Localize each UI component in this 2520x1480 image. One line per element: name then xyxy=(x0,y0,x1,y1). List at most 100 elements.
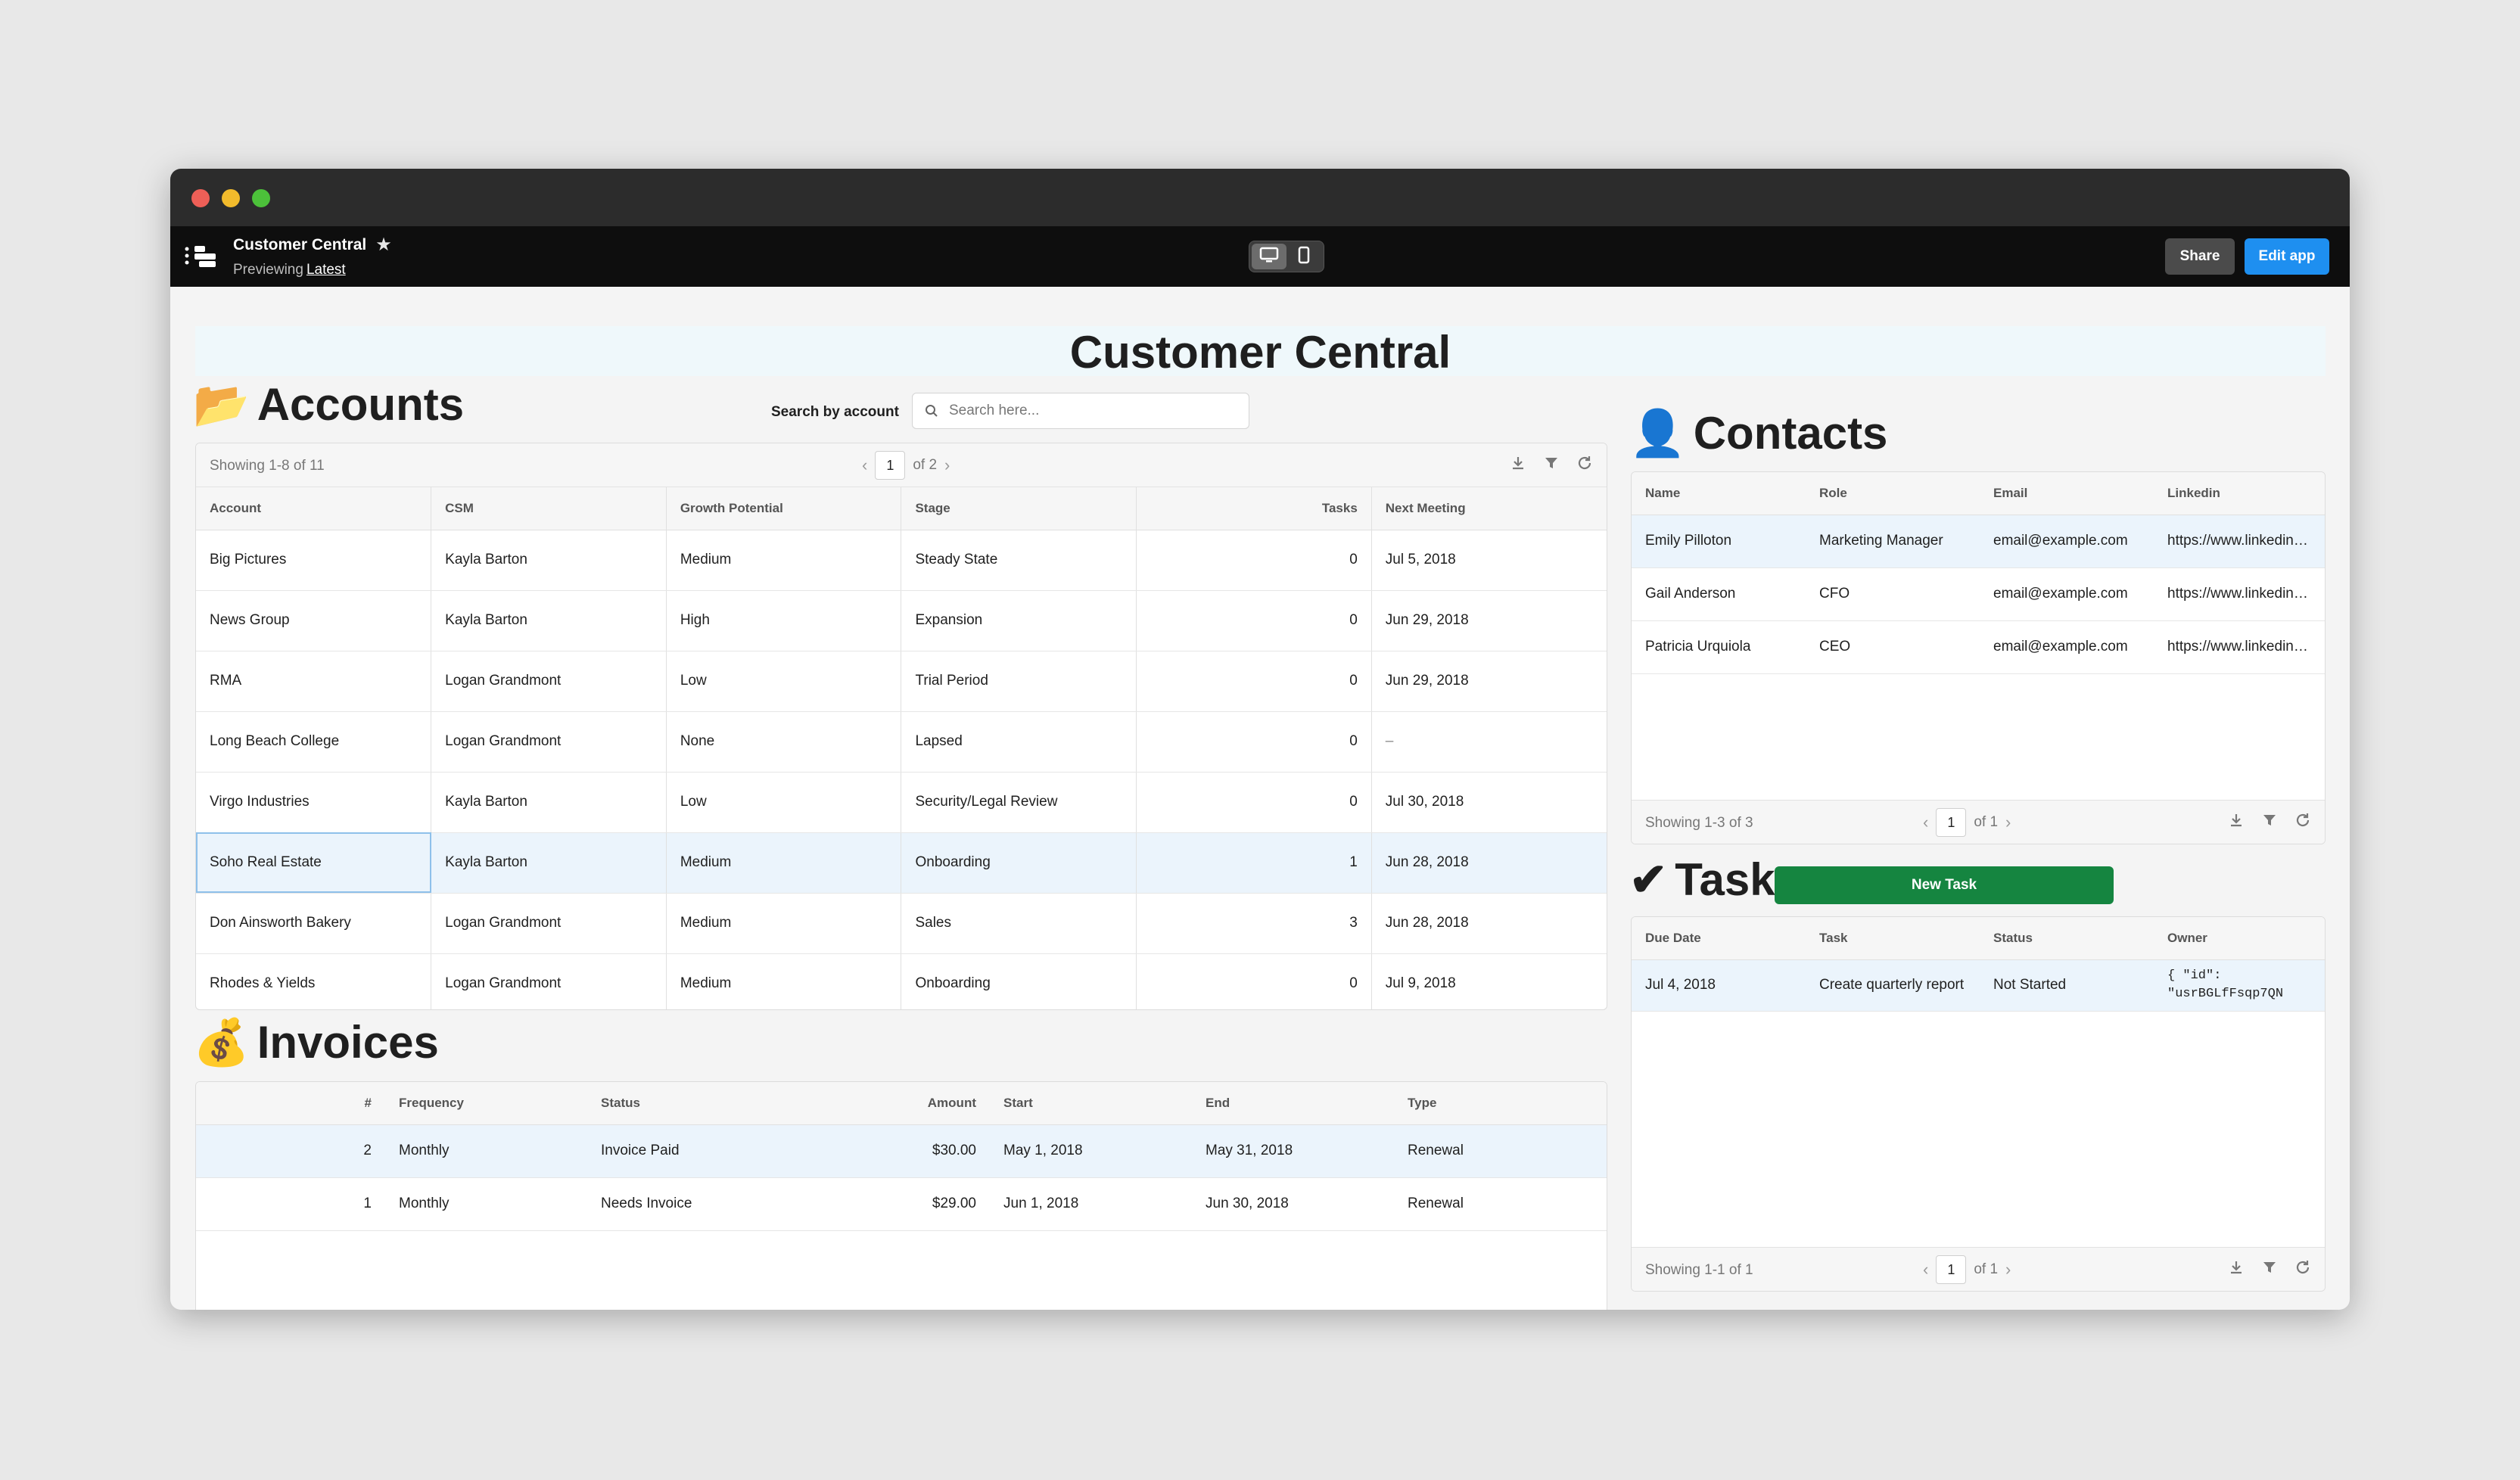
table-row[interactable]: Patricia Urquiola CEO email@example.com … xyxy=(1632,620,2325,674)
stage-cell[interactable]: Onboarding xyxy=(901,953,1137,1009)
csm-cell[interactable]: Kayla Barton xyxy=(431,530,667,591)
growth-cell[interactable]: Low xyxy=(666,651,902,712)
next-meeting-cell[interactable]: Jun 28, 2018 xyxy=(1371,893,1607,954)
start-cell[interactable]: May 1, 2018 xyxy=(990,1124,1192,1178)
tasks-cell[interactable]: 1 xyxy=(1136,832,1372,894)
contact-linkedin-cell[interactable]: https://www.linkedin.com/ xyxy=(2154,567,2325,621)
stage-cell[interactable]: Trial Period xyxy=(901,651,1137,712)
filter-icon[interactable] xyxy=(1543,455,1560,476)
contact-name-cell[interactable]: Gail Anderson xyxy=(1632,567,1806,621)
account-search-field[interactable] xyxy=(912,393,1249,429)
csm-cell[interactable]: Kayla Barton xyxy=(431,772,667,833)
csm-cell[interactable]: Kayla Barton xyxy=(431,832,667,894)
table-row[interactable]: Don Ainsworth Bakery Logan Grandmont Med… xyxy=(196,893,1607,954)
contact-role-cell[interactable]: Marketing Manager xyxy=(1806,515,1980,568)
growth-cell[interactable]: Medium xyxy=(666,893,902,954)
download-icon[interactable] xyxy=(1510,455,1526,476)
column-header-linkedin[interactable]: Linkedin xyxy=(2154,472,2325,515)
contact-email-cell[interactable]: email@example.com xyxy=(1980,515,2154,568)
share-button[interactable]: Share xyxy=(2165,238,2235,275)
download-icon[interactable] xyxy=(2228,1259,2245,1280)
table-row-selected[interactable]: Jul 4, 2018 Create quarterly report Not … xyxy=(1632,959,2325,1012)
column-header-start[interactable]: Start xyxy=(990,1082,1192,1125)
table-row[interactable]: RMA Logan Grandmont Low Trial Period 0 J… xyxy=(196,651,1607,712)
csm-cell[interactable]: Logan Grandmont xyxy=(431,893,667,954)
contact-name-cell[interactable]: Patricia Urquiola xyxy=(1632,620,1806,674)
edit-app-button[interactable]: Edit app xyxy=(2245,238,2329,275)
column-header-growth-potential[interactable]: Growth Potential xyxy=(666,487,902,530)
frequency-cell[interactable]: Monthly xyxy=(385,1124,587,1178)
contact-role-cell[interactable]: CFO xyxy=(1806,567,1980,621)
desktop-view-button[interactable] xyxy=(1252,244,1286,269)
star-icon[interactable]: ★ xyxy=(375,234,392,256)
accounts-page-input[interactable]: 1 xyxy=(875,451,906,480)
column-header-number[interactable]: # xyxy=(196,1082,385,1125)
chevron-left-icon[interactable]: ‹ xyxy=(862,456,867,475)
column-header-email[interactable]: Email xyxy=(1980,472,2154,515)
column-header-status[interactable]: Status xyxy=(587,1082,789,1125)
growth-cell[interactable]: None xyxy=(666,711,902,773)
stage-cell[interactable]: Steady State xyxy=(901,530,1137,591)
account-cell[interactable]: Virgo Industries xyxy=(196,772,432,833)
column-header-stage[interactable]: Stage xyxy=(901,487,1137,530)
csm-cell[interactable]: Kayla Barton xyxy=(431,590,667,651)
next-meeting-cell[interactable]: Jul 5, 2018 xyxy=(1371,530,1607,591)
column-header-end[interactable]: End xyxy=(1192,1082,1394,1125)
type-cell[interactable]: Renewal xyxy=(1394,1124,1607,1178)
column-header-type[interactable]: Type xyxy=(1394,1082,1607,1125)
table-row-selected[interactable]: 2 Monthly Invoice Paid $30.00 May 1, 201… xyxy=(196,1124,1607,1178)
chevron-right-icon[interactable]: › xyxy=(944,456,950,475)
growth-cell[interactable]: Low xyxy=(666,772,902,833)
tasks-cell[interactable]: 0 xyxy=(1136,953,1372,1009)
table-row[interactable]: Virgo Industries Kayla Barton Low Securi… xyxy=(196,772,1607,833)
csm-cell[interactable]: Logan Grandmont xyxy=(431,651,667,712)
csm-cell[interactable]: Logan Grandmont xyxy=(431,953,667,1009)
contact-role-cell[interactable]: CEO xyxy=(1806,620,1980,674)
status-cell[interactable]: Needs Invoice xyxy=(587,1177,789,1231)
status-cell[interactable]: Invoice Paid xyxy=(587,1124,789,1178)
table-row-selected[interactable]: Emily Pilloton Marketing Manager email@e… xyxy=(1632,515,2325,568)
stage-cell[interactable]: Onboarding xyxy=(901,832,1137,894)
tasks-page-input[interactable]: 1 xyxy=(1936,1255,1967,1284)
task-name-cell[interactable]: Create quarterly report xyxy=(1806,959,1980,1012)
next-meeting-cell[interactable]: Jun 28, 2018 xyxy=(1371,832,1607,894)
table-row[interactable]: 1 Monthly Needs Invoice $29.00 Jun 1, 20… xyxy=(196,1177,1607,1231)
column-header-account[interactable]: Account xyxy=(196,487,432,530)
tasks-cell[interactable]: 0 xyxy=(1136,651,1372,712)
task-due-cell[interactable]: Jul 4, 2018 xyxy=(1632,959,1806,1012)
column-header-role[interactable]: Role xyxy=(1806,472,1980,515)
account-cell[interactable]: Big Pictures xyxy=(196,530,432,591)
table-row[interactable]: Big Pictures Kayla Barton Medium Steady … xyxy=(196,530,1607,591)
account-cell[interactable]: Rhodes & Yields xyxy=(196,953,432,1009)
amount-cell[interactable]: $30.00 xyxy=(789,1124,990,1178)
table-row[interactable]: Long Beach College Logan Grandmont None … xyxy=(196,711,1607,773)
column-header-tasks[interactable]: Tasks xyxy=(1136,487,1372,530)
contact-name-cell[interactable]: Emily Pilloton xyxy=(1632,515,1806,568)
column-header-owner[interactable]: Owner xyxy=(2154,917,2325,960)
account-cell[interactable]: Long Beach College xyxy=(196,711,432,773)
invoice-number-cell[interactable]: 2 xyxy=(196,1124,385,1178)
next-meeting-cell[interactable]: – xyxy=(1371,711,1607,773)
table-row[interactable]: Rhodes & Yields Logan Grandmont Medium O… xyxy=(196,953,1607,1009)
tasks-cell[interactable]: 0 xyxy=(1136,711,1372,773)
zoom-window-button[interactable] xyxy=(252,189,270,207)
next-meeting-cell[interactable]: Jun 29, 2018 xyxy=(1371,651,1607,712)
chevron-right-icon[interactable]: › xyxy=(2005,1260,2011,1279)
contacts-page-input[interactable]: 1 xyxy=(1936,808,1967,837)
tasks-cell[interactable]: 0 xyxy=(1136,530,1372,591)
filter-icon[interactable] xyxy=(2261,812,2278,833)
frequency-cell[interactable]: Monthly xyxy=(385,1177,587,1231)
filter-icon[interactable] xyxy=(2261,1259,2278,1280)
refresh-icon[interactable] xyxy=(1576,455,1593,476)
amount-cell[interactable]: $29.00 xyxy=(789,1177,990,1231)
contact-linkedin-cell[interactable]: https://www.linkedin.com/ xyxy=(2154,620,2325,674)
stage-cell[interactable]: Lapsed xyxy=(901,711,1137,773)
contact-email-cell[interactable]: email@example.com xyxy=(1980,620,2154,674)
column-header-name[interactable]: Name xyxy=(1632,472,1806,515)
column-header-csm[interactable]: CSM xyxy=(431,487,667,530)
mobile-view-button[interactable] xyxy=(1286,244,1321,269)
tasks-cell[interactable]: 0 xyxy=(1136,772,1372,833)
table-row[interactable]: Gail Anderson CFO email@example.com http… xyxy=(1632,567,2325,621)
next-meeting-cell[interactable]: Jul 30, 2018 xyxy=(1371,772,1607,833)
stage-cell[interactable]: Expansion xyxy=(901,590,1137,651)
